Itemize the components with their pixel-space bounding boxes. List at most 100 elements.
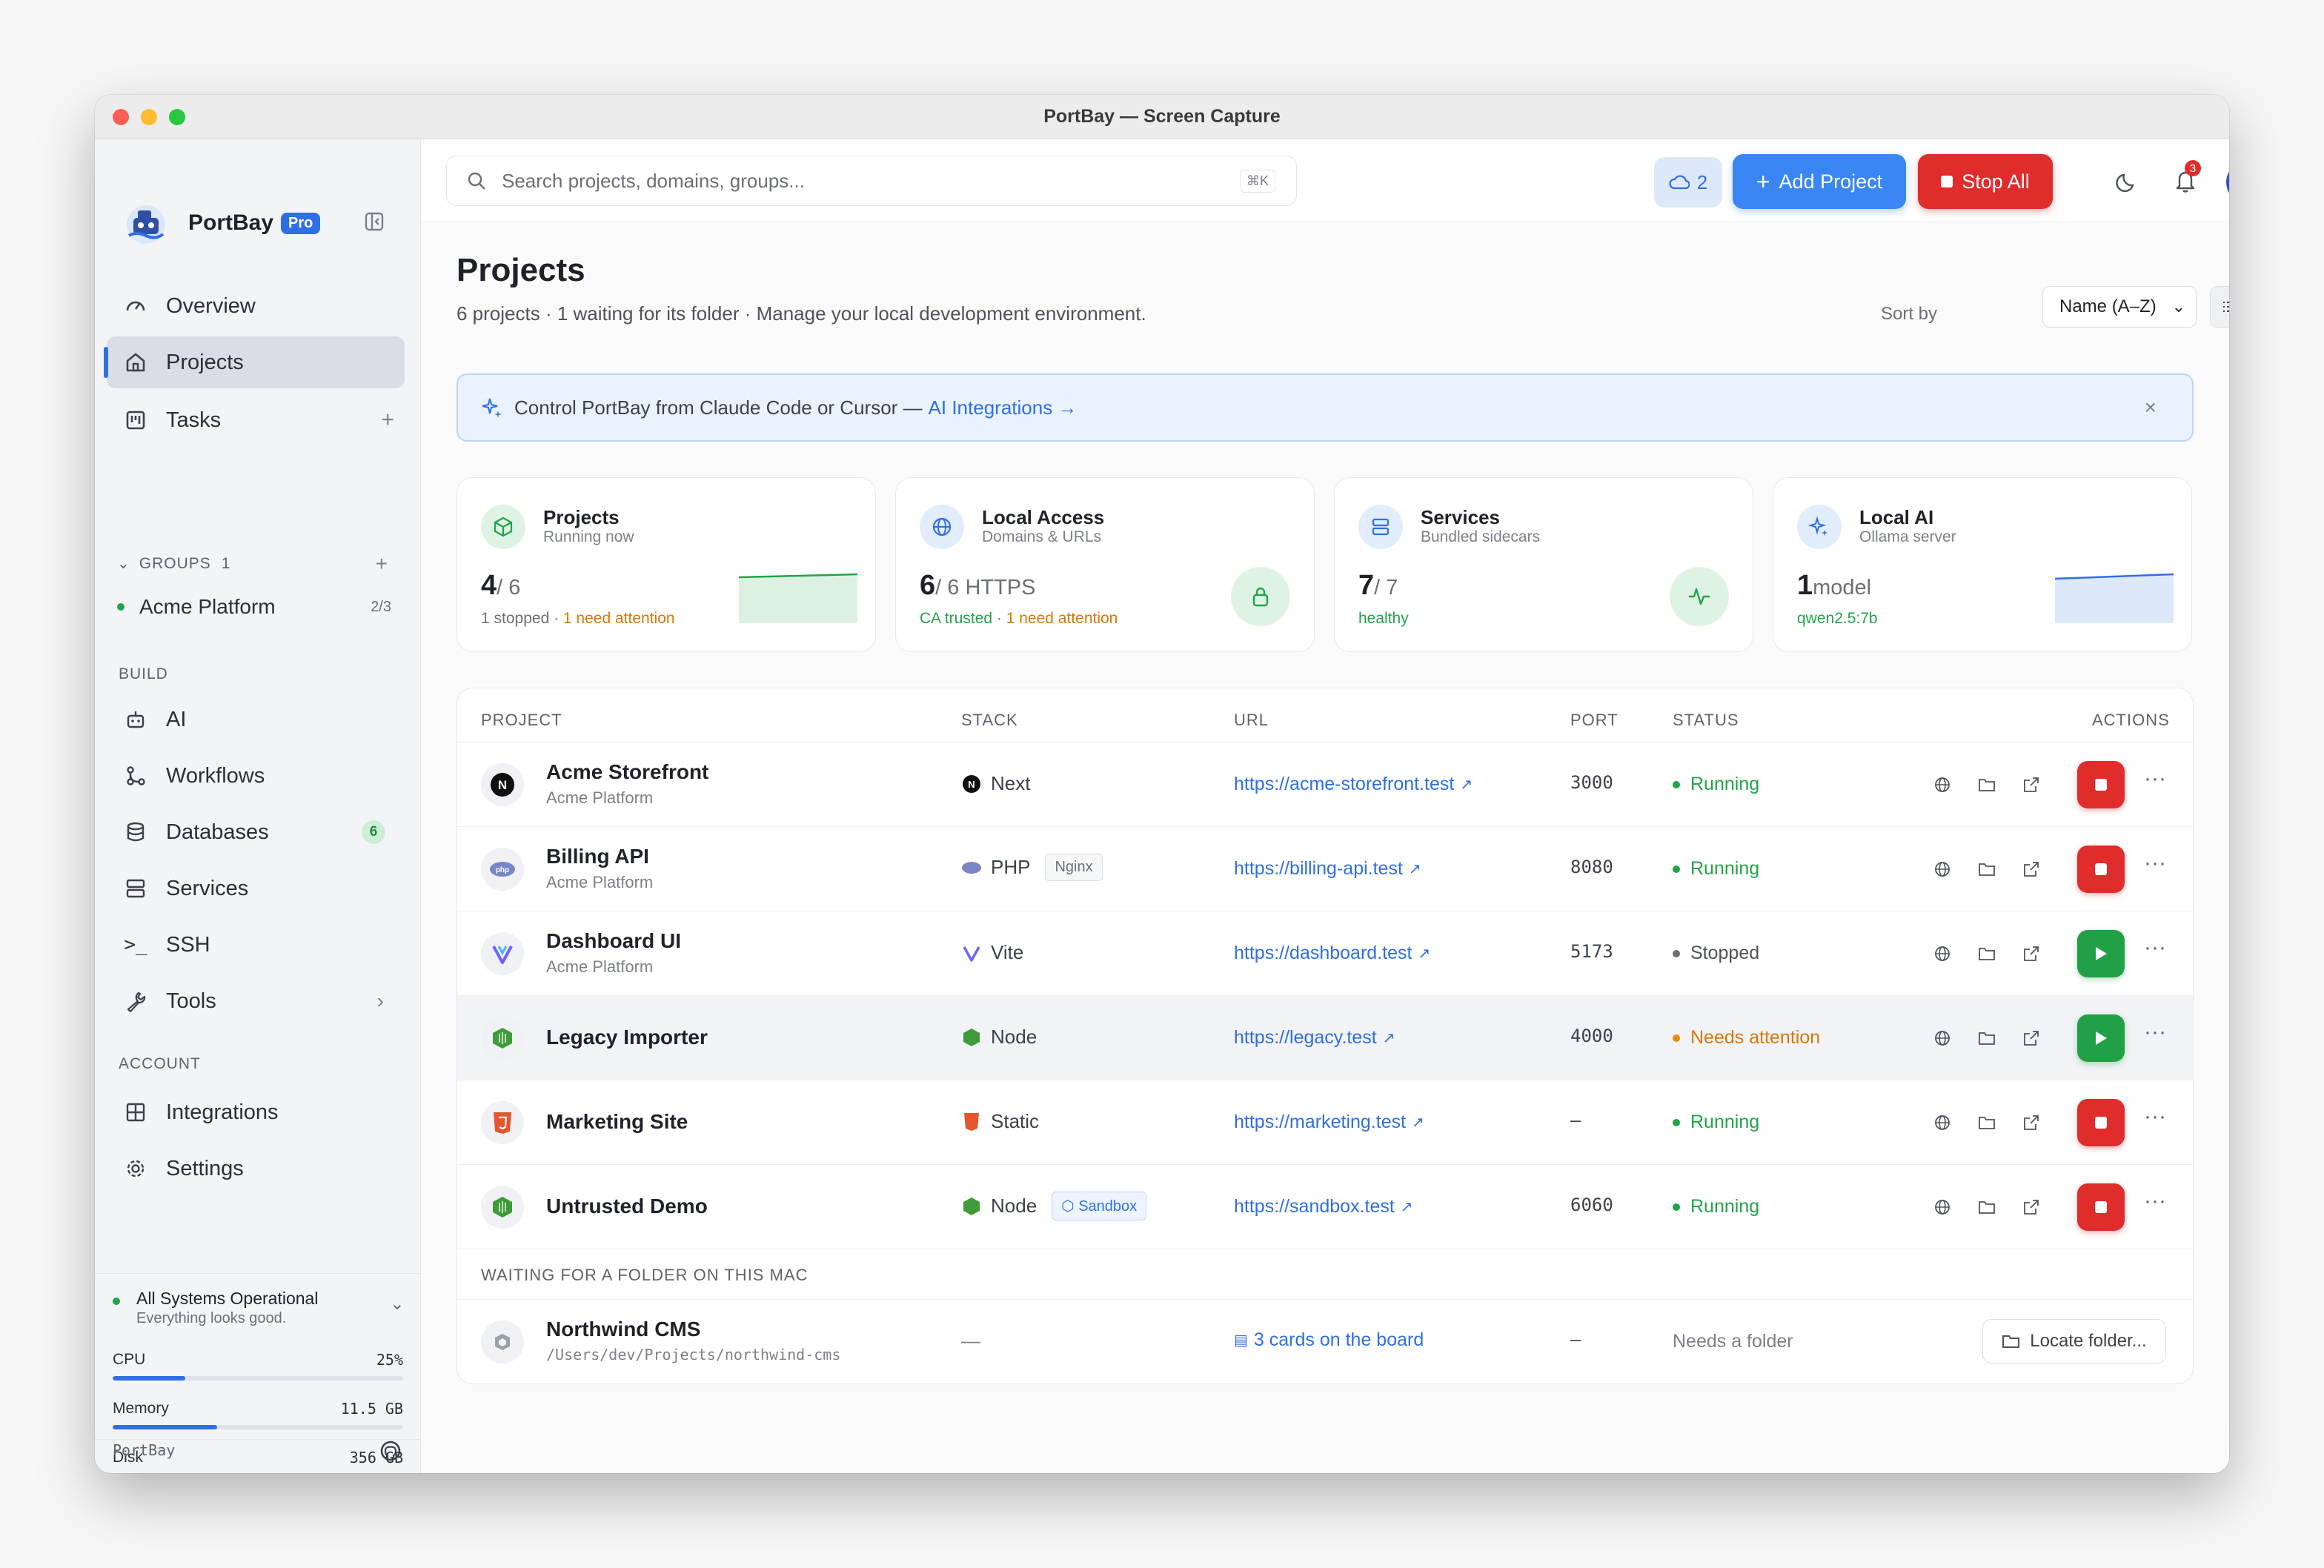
open-folder-icon[interactable] <box>1975 1111 1999 1135</box>
card-note: CA trusted · 1 need attention <box>920 610 1118 628</box>
stat-card-local-ai[interactable]: Local AI Ollama server 1model qwen2.5:7b <box>1773 477 2192 652</box>
nodejs-icon <box>961 1196 982 1217</box>
sidebar-item-settings[interactable]: Settings <box>107 1143 405 1195</box>
board-cards-link[interactable]: ▤ 3 cards on the board <box>1234 1329 1424 1351</box>
open-folder-icon[interactable] <box>1975 1195 1999 1219</box>
open-domain-globe-icon[interactable] <box>1930 1111 1954 1135</box>
project-url-link[interactable]: https://sandbox.test ↗ <box>1234 1196 1413 1217</box>
start-project-button[interactable] <box>2077 930 2125 977</box>
sidebar-item-tasks[interactable]: Tasks + <box>107 394 405 446</box>
list-view-button[interactable] <box>2211 287 2229 327</box>
more-options-button[interactable]: ··· <box>2144 1104 2166 1129</box>
stat-card-projects[interactable]: Projects Running now 4/ 6 1 stopped · 1 … <box>456 477 876 652</box>
project-name[interactable]: Acme Storefront <box>546 760 708 784</box>
more-options-button[interactable]: ··· <box>2144 766 2166 791</box>
project-url-link[interactable]: https://marketing.test ↗ <box>1234 1112 1424 1133</box>
banner-close-button[interactable]: × <box>2145 396 2157 419</box>
github-icon[interactable] <box>379 1440 402 1462</box>
stop-project-button[interactable] <box>2077 1183 2125 1231</box>
project-url-link[interactable]: https://billing-api.test ↗ <box>1234 858 1421 880</box>
open-folder-icon[interactable] <box>1975 1026 1999 1050</box>
ai-integrations-link[interactable]: AI Integrations → <box>929 396 1078 419</box>
locate-folder-button[interactable]: Locate folder... <box>1982 1319 2166 1363</box>
open-folder-icon[interactable] <box>1975 942 1999 966</box>
open-in-editor-icon[interactable] <box>2019 857 2043 881</box>
stop-project-button[interactable] <box>2077 761 2125 808</box>
close-window-button[interactable] <box>113 109 129 125</box>
table-row[interactable]: php Billing API Acme Platform PHP Nginx h… <box>457 826 2193 911</box>
more-options-button[interactable]: ··· <box>2144 1020 2166 1045</box>
sidebar-item-overview[interactable]: Overview <box>107 280 405 332</box>
groups-header[interactable]: ⌄ GROUPS 1 + <box>117 552 399 576</box>
add-group-button[interactable]: + <box>376 552 388 576</box>
card-title: Projects <box>543 506 620 528</box>
sidebar-item-ssh[interactable]: >_ SSH <box>107 919 405 971</box>
more-options-button[interactable]: ··· <box>2144 935 2166 960</box>
project-url-link[interactable]: https://acme-storefront.test ↗ <box>1234 774 1473 795</box>
sidebar-collapse-icon[interactable] <box>363 210 385 233</box>
open-in-editor-icon[interactable] <box>2019 1026 2043 1050</box>
open-in-editor-icon[interactable] <box>2019 773 2043 797</box>
sidebar-item-tools[interactable]: Tools › <box>107 975 405 1027</box>
open-folder-icon[interactable] <box>1975 857 1999 881</box>
memory-meter: Memory 11.5 GB <box>113 1400 403 1429</box>
more-options-button[interactable]: ··· <box>2144 851 2166 876</box>
open-domain-globe-icon[interactable] <box>1930 1026 1954 1050</box>
project-url-link[interactable]: https://legacy.test ↗ <box>1234 1027 1395 1049</box>
sidebar-item-integrations[interactable]: Integrations <box>107 1086 405 1138</box>
more-options-button[interactable]: ··· <box>2144 1189 2166 1214</box>
open-domain-globe-icon[interactable] <box>1930 1195 1954 1219</box>
start-project-button[interactable] <box>2077 1014 2125 1062</box>
window-controls <box>113 109 185 125</box>
projects-table: PROJECT STACK URL PORT STATUS ACTIONS N … <box>456 688 2194 1384</box>
sort-label: Sort by <box>1881 304 1938 324</box>
project-url-link[interactable]: https://dashboard.test ↗ <box>1234 943 1430 964</box>
stat-card-services[interactable]: Services Bundled sidecars 7/ 7 healthy <box>1334 477 1753 652</box>
table-row[interactable]: Untrusted Demo Node ⬡ Sandbox https://san… <box>457 1164 2193 1249</box>
project-name[interactable]: Northwind CMS <box>546 1318 700 1341</box>
open-in-editor-icon[interactable] <box>2019 942 2043 966</box>
system-status-title: All Systems Operational <box>136 1289 319 1308</box>
system-status-summary[interactable]: All Systems Operational Everything looks… <box>113 1289 409 1327</box>
project-name[interactable]: Marketing Site <box>546 1110 688 1134</box>
sidebar-item-projects[interactable]: Projects <box>104 336 405 388</box>
add-project-button[interactable]: + Add Project <box>1733 154 1906 209</box>
table-row[interactable]: Dashboard UI Acme Platform Vite https://… <box>457 911 2193 995</box>
sidebar-item-databases[interactable]: Databases 6 <box>107 806 405 858</box>
minimize-window-button[interactable] <box>141 109 157 125</box>
stop-project-button[interactable] <box>2077 1099 2125 1146</box>
group-item-acme-platform[interactable]: Acme Platform 2/3 <box>117 595 399 619</box>
user-avatar[interactable]: AD <box>2226 162 2229 203</box>
stat-card-local-access[interactable]: Local Access Domains & URLs 6/ 6 HTTPS C… <box>895 477 1315 652</box>
brand[interactable]: PortBay Pro <box>123 200 321 246</box>
search-input[interactable]: Search projects, domains, groups... ⌘K <box>446 156 1297 206</box>
sort-select[interactable]: Name (A–Z) ⌄ <box>2042 286 2197 328</box>
table-row[interactable]: Legacy Importer Node https://legacy.test… <box>457 995 2193 1080</box>
open-domain-globe-icon[interactable] <box>1930 773 1954 797</box>
theme-toggle-moon-icon[interactable] <box>2115 169 2140 194</box>
board-cards-text: 3 cards on the board <box>1253 1329 1424 1350</box>
sidebar-item-services[interactable]: Services <box>107 863 405 914</box>
zoom-window-button[interactable] <box>169 109 185 125</box>
add-task-button[interactable]: + <box>381 408 394 433</box>
cloud-icon <box>1669 175 1690 190</box>
open-in-editor-icon[interactable] <box>2019 1195 2043 1219</box>
open-domain-globe-icon[interactable] <box>1930 942 1954 966</box>
notifications-badge: 3 <box>2185 160 2201 176</box>
open-in-editor-icon[interactable] <box>2019 1111 2043 1135</box>
stop-all-button[interactable]: Stop All <box>1918 154 2053 209</box>
project-name[interactable]: Untrusted Demo <box>546 1195 708 1218</box>
stop-project-button[interactable] <box>2077 846 2125 893</box>
open-domain-globe-icon[interactable] <box>1930 857 1954 881</box>
sidebar-item-ai[interactable]: AI <box>107 694 405 745</box>
project-name[interactable]: Billing API <box>546 845 649 868</box>
sidebar-item-workflows[interactable]: Workflows <box>107 750 405 802</box>
card-value: 7/ 7 <box>1358 570 1398 602</box>
cloud-sync-button[interactable]: 2 <box>1654 157 1722 207</box>
project-name[interactable]: Legacy Importer <box>546 1026 708 1049</box>
project-name[interactable]: Dashboard UI <box>546 929 681 953</box>
table-row[interactable]: Northwind CMS /Users/dev/Projects/northw… <box>457 1299 2193 1383</box>
table-row[interactable]: Marketing Site Static https://marketing.… <box>457 1080 2193 1164</box>
table-row[interactable]: N Acme Storefront Acme Platform N Next ht… <box>457 742 2193 826</box>
open-folder-icon[interactable] <box>1975 773 1999 797</box>
